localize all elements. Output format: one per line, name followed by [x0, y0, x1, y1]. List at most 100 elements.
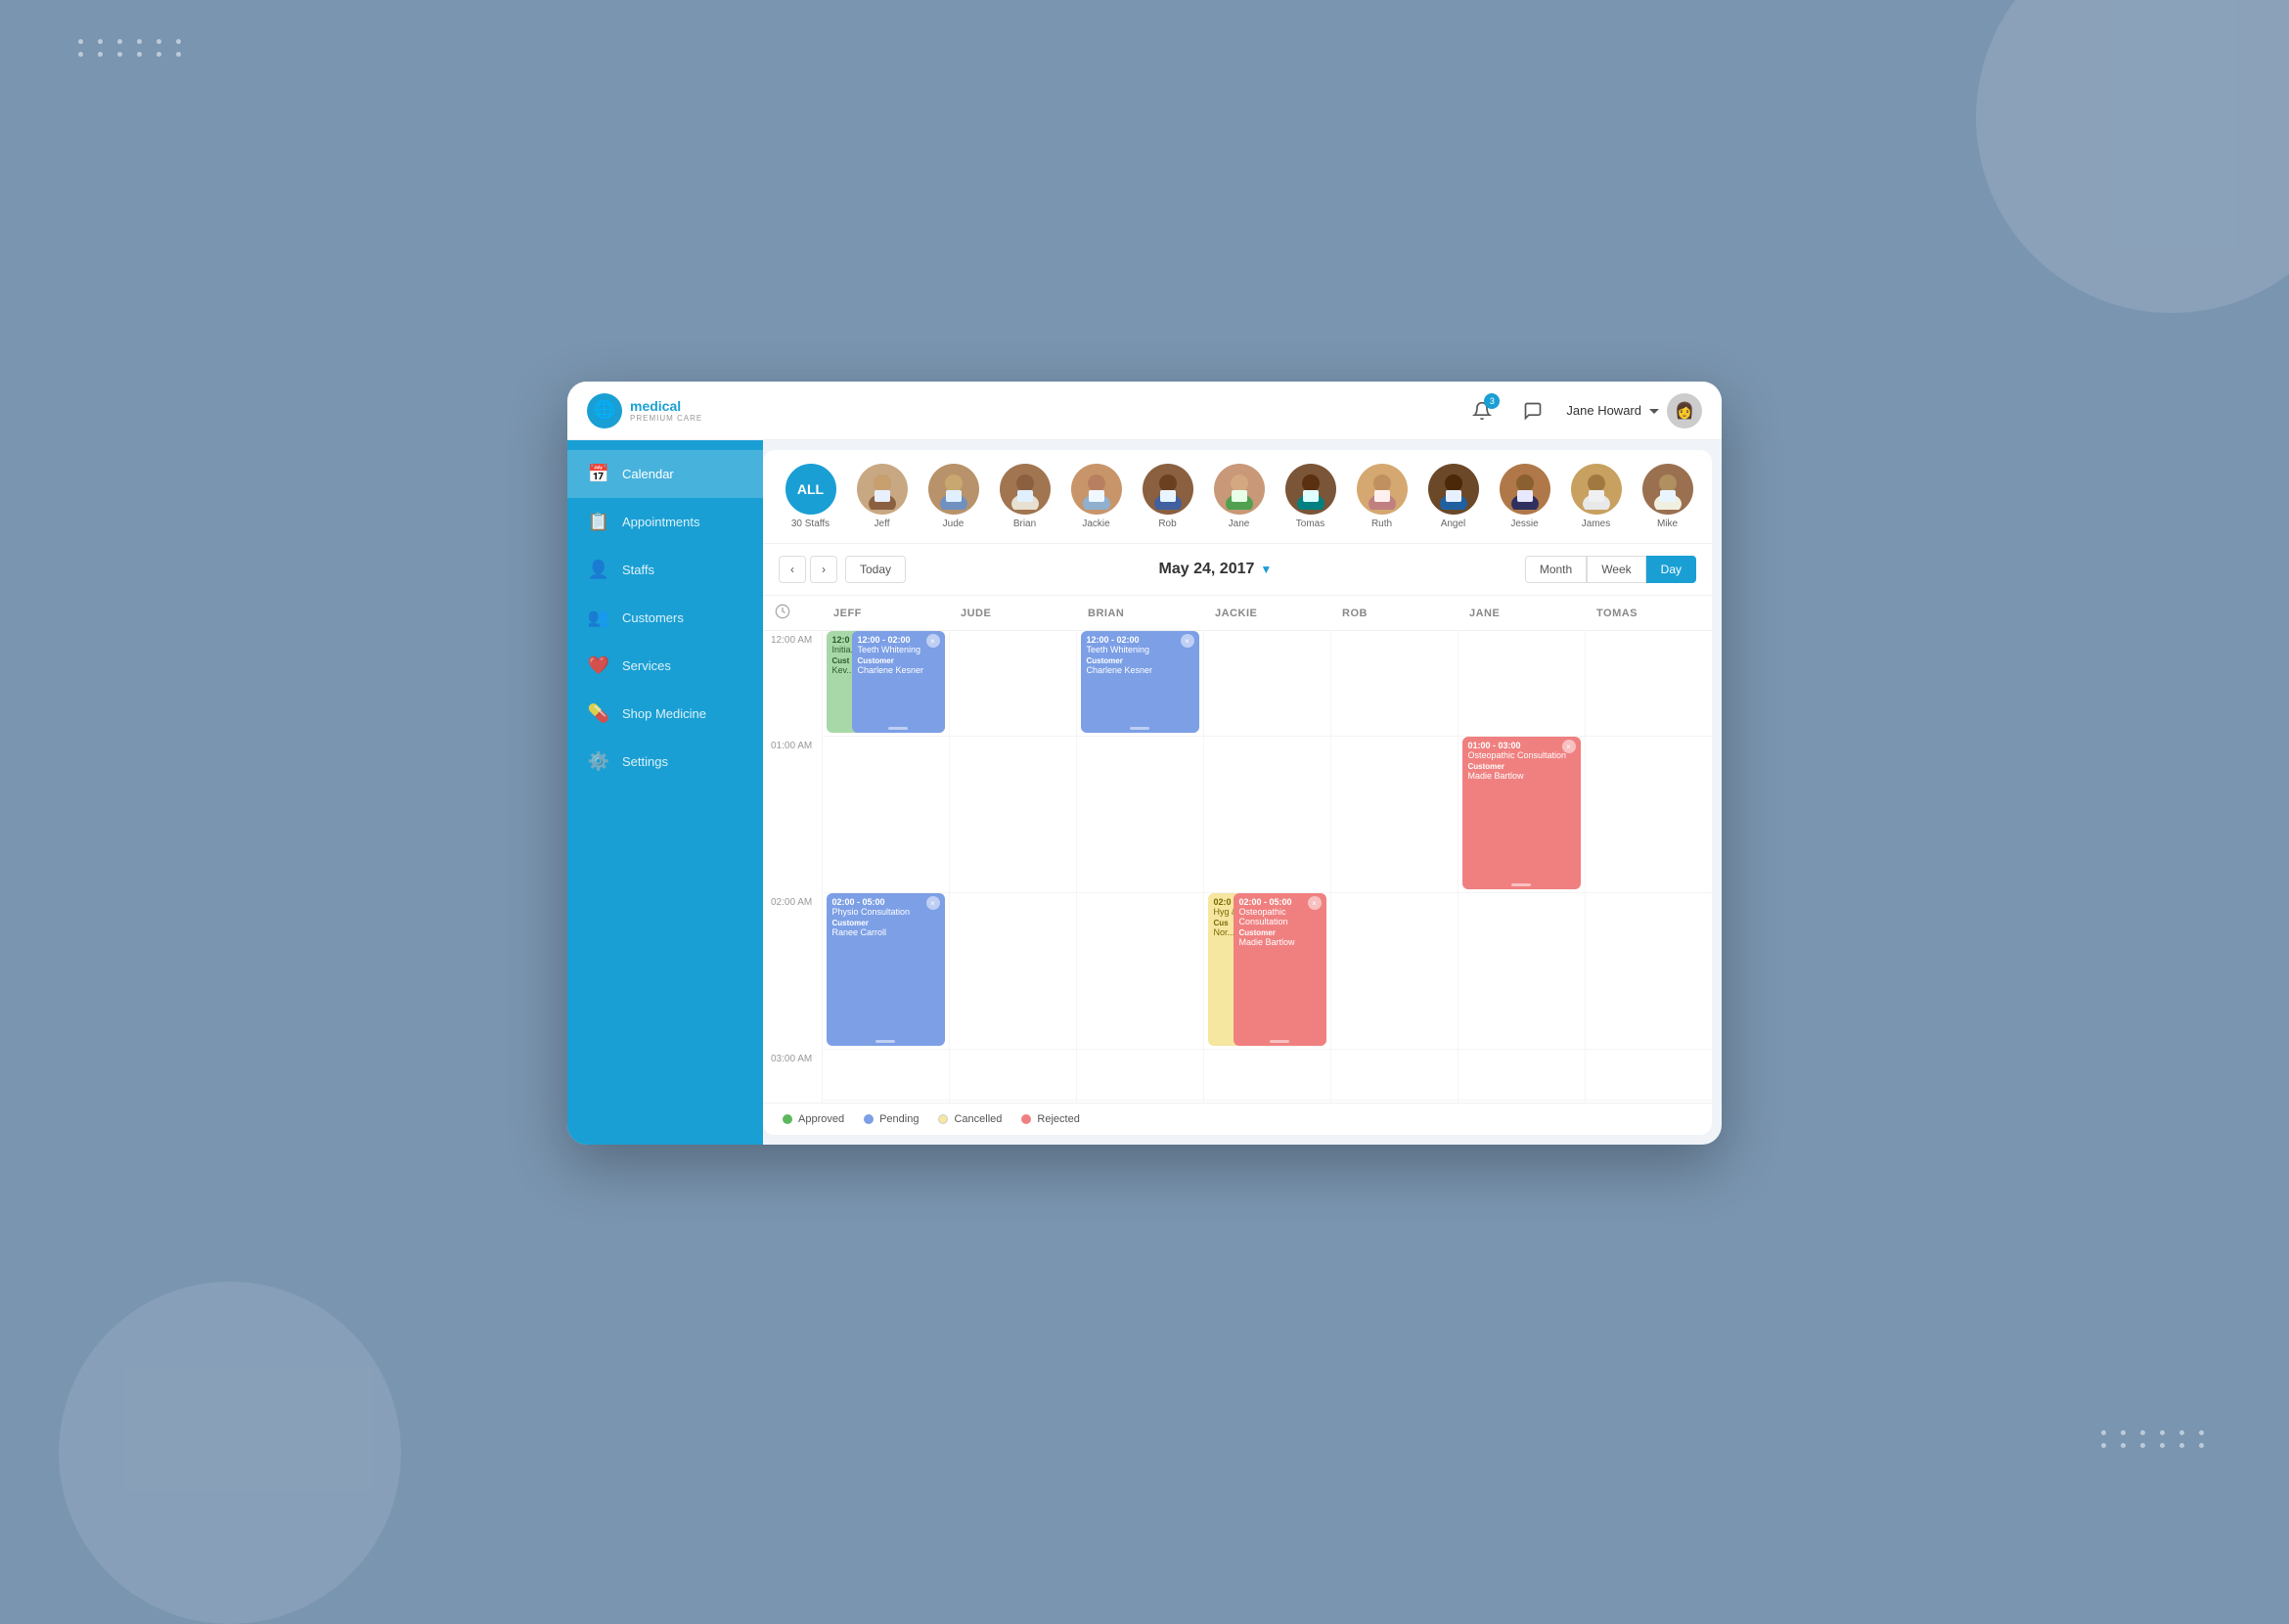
appt-customer-label: Customer [858, 656, 939, 665]
staff-angel[interactable]: Angel [1421, 460, 1485, 533]
staff-james[interactable]: James [1564, 460, 1628, 533]
close-button[interactable]: × [926, 896, 940, 910]
cell-jane-1[interactable]: ×01:00 - 03:00Osteopathic ConsultationCu… [1458, 737, 1585, 893]
cell-jeff-2[interactable]: ×02:00 - 05:00Physio ConsultationCustome… [822, 893, 949, 1050]
drag-handle[interactable] [1270, 1040, 1289, 1043]
month-view-button[interactable]: Month [1525, 556, 1587, 583]
cell-brian-0[interactable]: ×12:00 - 02:00Teeth WhiteningCustomerCha… [1076, 631, 1203, 737]
appt-time: 01:00 - 03:00 [1468, 741, 1575, 750]
close-button[interactable]: × [1181, 634, 1194, 648]
table-row: 02:00 AM×02:00 - 05:00Physio Consultatio… [763, 893, 1712, 1050]
jane-name: Jane [1229, 519, 1250, 529]
calendar-icon: 📅 [587, 464, 610, 484]
cell-jane-4[interactable] [1458, 1101, 1585, 1104]
appointment-block-brian[interactable]: ×12:00 - 02:00Teeth WhiteningCustomerCha… [1081, 631, 1199, 733]
calendar-header: JEFF JUDE BRIAN JACKIE ROB JANE TOMAS [763, 596, 1712, 631]
rejected-label: Rejected [1037, 1113, 1079, 1125]
staff-jackie[interactable]: Jackie [1064, 460, 1128, 533]
day-view-button[interactable]: Day [1646, 556, 1696, 583]
time-cell: 01:00 AM [763, 737, 822, 893]
appointment-block-jackie[interactable]: ×02:00 - 05:00Osteopathic ConsultationCu… [1234, 893, 1326, 1046]
staff-ruth[interactable]: Ruth [1350, 460, 1414, 533]
cell-jude-2[interactable] [949, 893, 1076, 1050]
cell-jude-3[interactable] [949, 1050, 1076, 1101]
legend-pending: Pending [864, 1113, 919, 1125]
cell-jackie-4[interactable] [1203, 1101, 1330, 1104]
cell-jude-1[interactable] [949, 737, 1076, 893]
cell-jackie-0[interactable] [1203, 631, 1330, 737]
staff-jane[interactable]: Jane [1207, 460, 1271, 533]
appointment-block-jeff[interactable]: ×12:00 - 02:00Teeth WhiteningCustomerCha… [852, 631, 945, 733]
cell-jane-2[interactable] [1458, 893, 1585, 1050]
legend-cancelled: Cancelled [938, 1113, 1002, 1125]
cell-jeff-4[interactable] [822, 1101, 949, 1104]
staff-all-button[interactable]: ALL 30 Staffs [779, 460, 842, 533]
sidebar-item-services[interactable]: ❤️ Services [567, 642, 763, 690]
next-button[interactable]: › [810, 556, 837, 583]
close-button[interactable]: × [1562, 740, 1576, 753]
sidebar-item-settings[interactable]: ⚙️ Settings [567, 738, 763, 786]
message-button[interactable] [1515, 393, 1550, 429]
col-jackie: JACKIE [1203, 596, 1330, 631]
sidebar-item-customers[interactable]: 👥 Customers [567, 594, 763, 642]
cell-jane-3[interactable] [1458, 1050, 1585, 1101]
notification-button[interactable]: 3 [1464, 393, 1500, 429]
appointment-block-jane[interactable]: ×01:00 - 03:00Osteopathic ConsultationCu… [1462, 737, 1581, 889]
cell-tomas-2[interactable] [1585, 893, 1712, 1050]
drag-handle[interactable] [888, 727, 908, 730]
col-tomas: TOMAS [1585, 596, 1712, 631]
cell-jude-0[interactable] [949, 631, 1076, 737]
cell-rob-4[interactable] [1330, 1101, 1458, 1104]
cell-brian-2[interactable] [1076, 893, 1203, 1050]
time-cell: 04:00 AM [763, 1101, 822, 1104]
staff-jeff[interactable]: Jeff [850, 460, 914, 533]
sidebar-item-calendar[interactable]: 📅 Calendar [567, 450, 763, 498]
appt-customer-name: Charlene Kesner [1087, 665, 1193, 675]
drag-handle[interactable] [1130, 727, 1149, 730]
sidebar-item-appointments[interactable]: 📋 Appointments [567, 498, 763, 546]
cell-tomas-1[interactable] [1585, 737, 1712, 893]
cell-tomas-4[interactable] [1585, 1101, 1712, 1104]
cell-jeff-0[interactable]: 12:0Initia...CustKev...×12:00 - 02:00Tee… [822, 631, 949, 737]
col-jude: JUDE [949, 596, 1076, 631]
cell-brian-1[interactable] [1076, 737, 1203, 893]
staff-jude[interactable]: Jude [921, 460, 985, 533]
cell-rob-1[interactable] [1330, 737, 1458, 893]
cell-jeff-3[interactable] [822, 1050, 949, 1101]
cell-jeff-1[interactable] [822, 737, 949, 893]
cell-jackie-1[interactable] [1203, 737, 1330, 893]
cell-jane-0[interactable] [1458, 631, 1585, 737]
cell-rob-2[interactable] [1330, 893, 1458, 1050]
cell-rob-0[interactable] [1330, 631, 1458, 737]
sidebar-item-shop-medicine[interactable]: 💊 Shop Medicine [567, 690, 763, 738]
cell-tomas-3[interactable] [1585, 1050, 1712, 1101]
week-view-button[interactable]: Week [1587, 556, 1645, 583]
all-avatar: ALL [785, 464, 836, 515]
cell-jude-4[interactable] [949, 1101, 1076, 1104]
staff-dan[interactable]: Dan [1707, 460, 1712, 533]
cell-rob-3[interactable] [1330, 1050, 1458, 1101]
cancelled-label: Cancelled [954, 1113, 1002, 1125]
cell-jackie-2[interactable]: 02:0Hyg & P...CusNor...×02:00 - 05:00Ost… [1203, 893, 1330, 1050]
close-button[interactable]: × [926, 634, 940, 648]
today-button[interactable]: Today [845, 556, 906, 583]
customers-icon: 👥 [587, 608, 610, 628]
cell-brian-3[interactable] [1076, 1050, 1203, 1101]
staff-brian[interactable]: Brian [993, 460, 1056, 533]
prev-button[interactable]: ‹ [779, 556, 806, 583]
staff-mike[interactable]: Mike [1636, 460, 1699, 533]
cell-jackie-3[interactable] [1203, 1050, 1330, 1101]
table-row: 04:00 AM [763, 1101, 1712, 1104]
close-button[interactable]: × [1308, 896, 1322, 910]
appointment-block-jeff[interactable]: ×02:00 - 05:00Physio ConsultationCustome… [827, 893, 945, 1046]
drag-handle[interactable] [875, 1040, 895, 1043]
staff-tomas[interactable]: Tomas [1279, 460, 1342, 533]
sidebar-item-staffs[interactable]: 👤 Staffs [567, 546, 763, 594]
time-cell: 02:00 AM [763, 893, 822, 1050]
staff-jessie[interactable]: Jessie [1493, 460, 1556, 533]
cell-brian-4[interactable] [1076, 1101, 1203, 1104]
user-area[interactable]: Jane Howard 👩 [1566, 393, 1702, 429]
cell-tomas-0[interactable] [1585, 631, 1712, 737]
drag-handle[interactable] [1511, 883, 1531, 886]
staff-rob[interactable]: Rob [1136, 460, 1199, 533]
